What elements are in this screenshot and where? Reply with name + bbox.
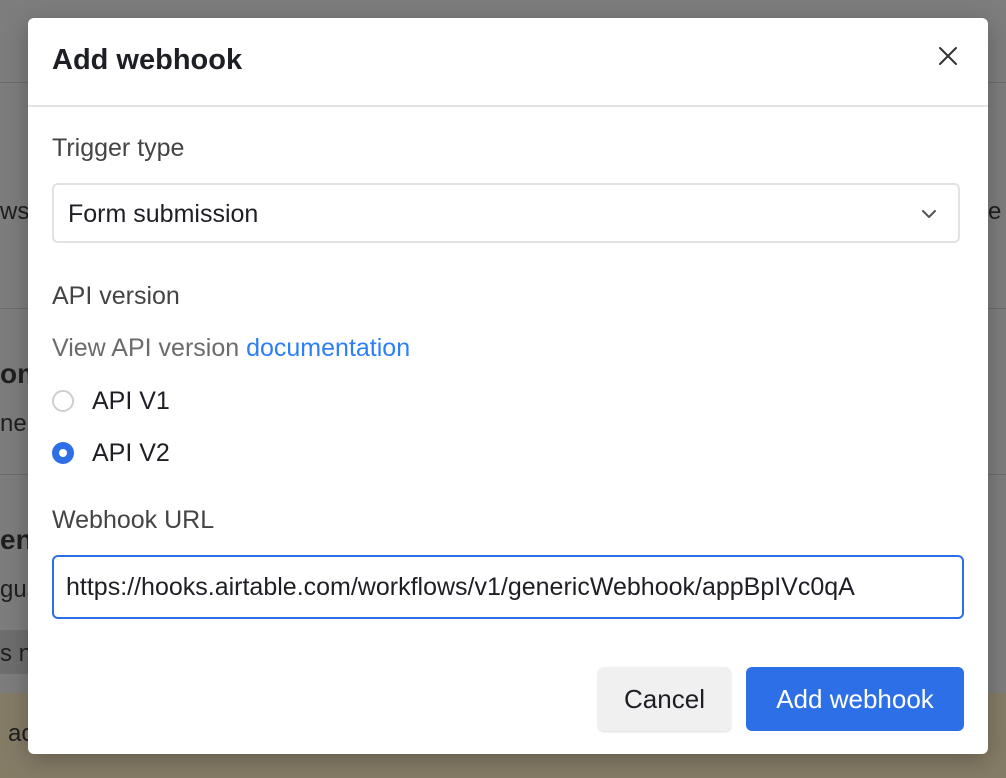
radio-button-selected[interactable] bbox=[52, 442, 74, 464]
webhook-url-input[interactable] bbox=[52, 555, 964, 619]
api-help-text: View API version bbox=[52, 334, 247, 362]
dialog-title: Add webhook bbox=[52, 44, 243, 76]
add-webhook-dialog: Add webhook Trigger type Form submission… bbox=[28, 18, 988, 754]
trigger-type-label: Trigger type bbox=[52, 134, 185, 162]
add-webhook-button[interactable]: Add webhook bbox=[746, 667, 964, 731]
close-button[interactable] bbox=[934, 42, 962, 70]
radio-button[interactable] bbox=[52, 390, 74, 412]
radio-label: API V2 bbox=[92, 438, 170, 467]
trigger-type-value: Form submission bbox=[68, 200, 259, 228]
cancel-button[interactable]: Cancel bbox=[598, 667, 731, 731]
background-text: e c bbox=[988, 198, 1006, 225]
radio-label: API V1 bbox=[92, 386, 170, 415]
radio-api-v1[interactable]: API V1 bbox=[52, 386, 170, 416]
chevron-down-icon bbox=[922, 210, 936, 218]
trigger-type-select[interactable]: Form submission bbox=[52, 183, 960, 243]
close-icon bbox=[939, 47, 957, 65]
webhook-url-label: Webhook URL bbox=[52, 506, 215, 534]
background-text: ne bbox=[0, 410, 27, 437]
dialog-header: Add webhook bbox=[28, 18, 988, 107]
documentation-link[interactable]: documentation bbox=[246, 334, 410, 362]
api-version-label: API version bbox=[52, 282, 180, 310]
radio-api-v2[interactable]: API V2 bbox=[52, 438, 170, 468]
api-version-help: View API version documentation bbox=[52, 334, 410, 363]
